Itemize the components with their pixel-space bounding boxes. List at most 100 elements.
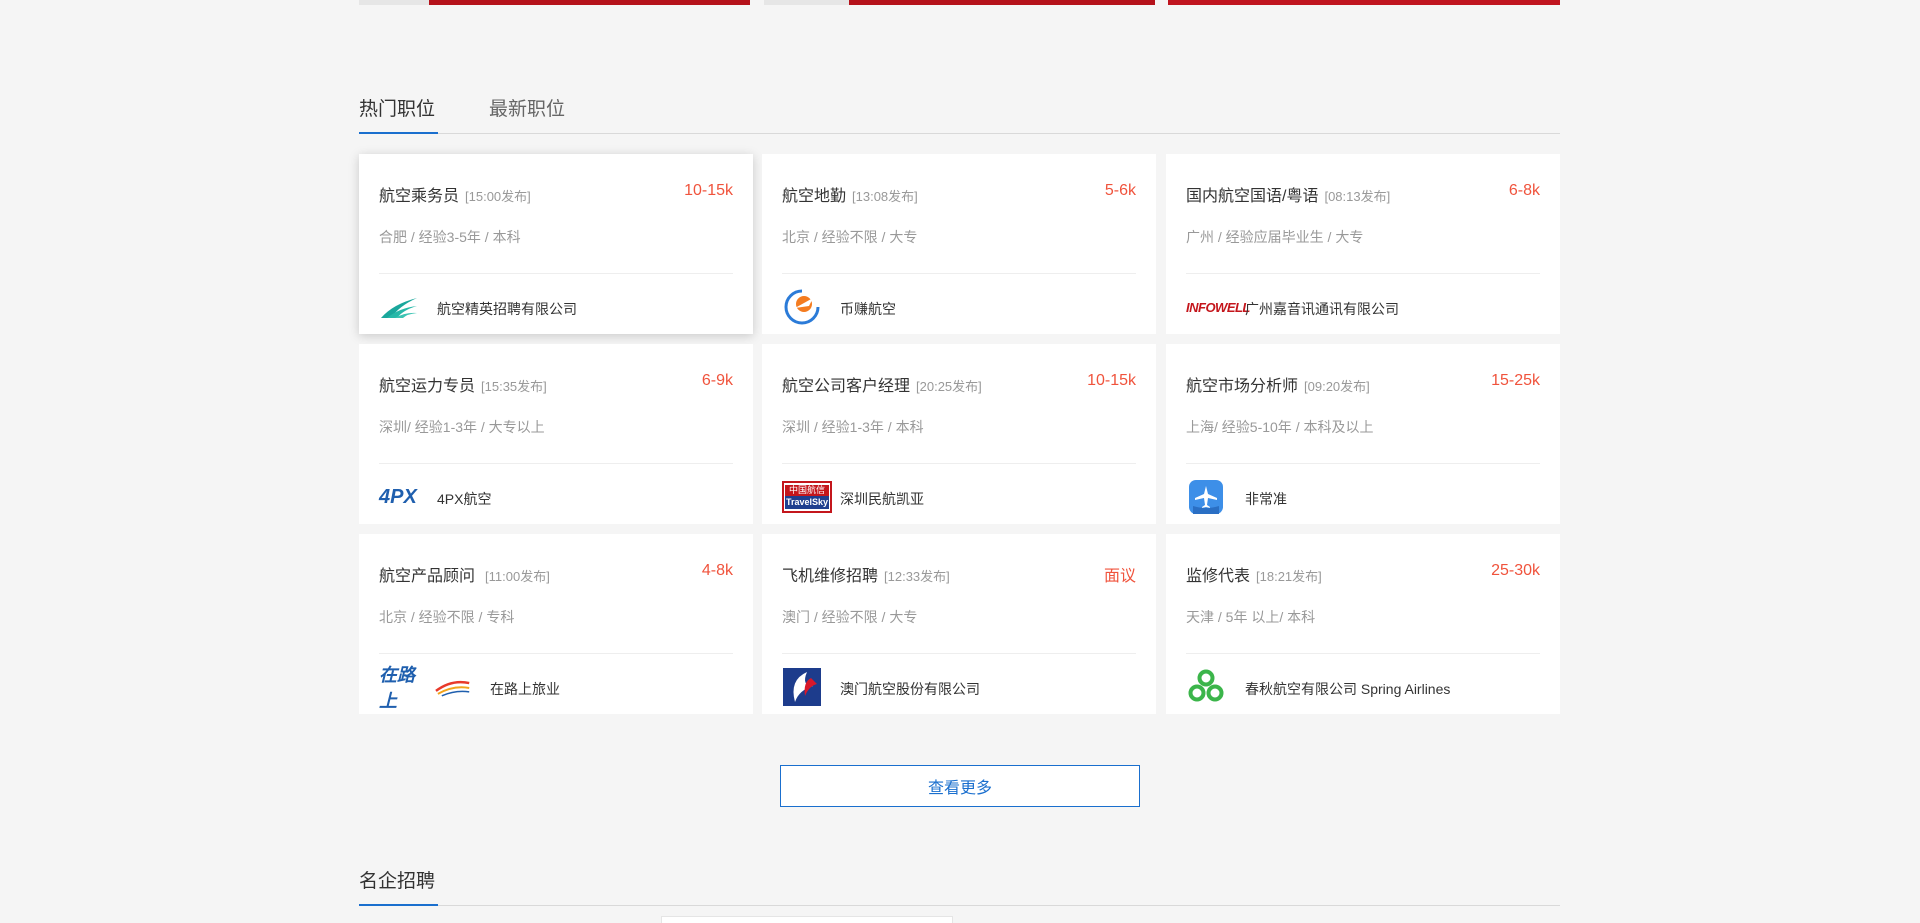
job-salary: 10-15k — [1087, 372, 1136, 389]
job-title-line: 航空产品顾问 [11:00发布] — [379, 562, 550, 586]
job-title-line: 航空乘务员 [15:00发布] — [379, 182, 531, 206]
job-salary: 4-8k — [701, 562, 733, 579]
card-divider — [1186, 653, 1540, 654]
job-title: 国内航空国语/粤语 — [1186, 188, 1319, 205]
job-card[interactable]: 航空乘务员 [15:00发布] 10-15k 合肥 / 经验3-5年 / 本科 航… — [359, 154, 753, 334]
banner-1-edge[interactable] — [359, 0, 429, 5]
job-tabs: 热门职位 最新职位 — [359, 86, 1560, 134]
section-title-underline — [359, 904, 438, 906]
job-title: 航空公司客户经理 — [782, 378, 911, 395]
travelsky-logo-bottom: TravelSky — [785, 496, 829, 509]
job-title: 航空产品顾问 — [379, 568, 476, 585]
banner-strip — [359, 0, 1560, 5]
job-meta: 深圳/ 经验1-3年 / 大专以上 — [379, 419, 545, 435]
job-card[interactable]: 航空运力专员 [15:35发布] 6-9k 深圳/ 经验1-3年 / 大专以上 4… — [359, 344, 753, 524]
job-salary: 10-15k — [684, 182, 733, 199]
banner-1-red[interactable] — [429, 0, 750, 5]
job-title: 航空运力专员 — [379, 378, 476, 395]
job-card[interactable]: 航空地勤 [13:08发布] 5-6k 北京 / 经验不限 / 大专 币赚航空 — [762, 154, 1156, 334]
job-meta: 合肥 / 经验3-5年 / 本科 — [379, 229, 521, 245]
card-divider — [1186, 463, 1540, 464]
card-divider — [782, 273, 1136, 274]
plane-app-logo-icon — [1186, 478, 1226, 516]
active-tab-indicator — [359, 132, 438, 134]
company-card-peek[interactable] — [661, 916, 953, 923]
job-time: [18:21发布] — [1256, 569, 1322, 584]
job-time: [11:00发布] — [485, 569, 550, 584]
air-macau-logo-icon — [782, 668, 822, 706]
job-salary: 面议 — [1103, 568, 1136, 585]
job-salary: 5-6k — [1104, 182, 1136, 199]
job-time: [20:25发布] — [916, 379, 982, 394]
zailushang-logo-icon: 在路上 — [379, 665, 471, 711]
company-name[interactable]: 春秋航空有限公司 Spring Airlines — [1245, 679, 1450, 699]
company-name[interactable]: 广州嘉音讯通讯有限公司 — [1245, 299, 1399, 319]
job-title-line: 航空公司客户经理 [20:25发布] — [782, 372, 982, 396]
tab-latest-jobs[interactable]: 最新职位 — [489, 94, 565, 121]
job-meta: 广州 / 经验应届毕业生 / 大专 — [1186, 229, 1364, 245]
job-title-line: 航空地勤 [13:08发布] — [782, 182, 918, 206]
job-salary: 6-8k — [1508, 182, 1540, 199]
company-name[interactable]: 澳门航空股份有限公司 — [840, 679, 980, 699]
infowell-logo-text: INFOWELL — [1186, 299, 1250, 315]
job-time: [08:13发布] — [1324, 189, 1391, 204]
job-time: [15:35发布] — [481, 379, 547, 394]
job-title-line: 航空运力专员 [15:35发布] — [379, 372, 547, 396]
section-title: 名企招聘 — [359, 871, 436, 892]
card-divider — [379, 653, 733, 654]
wing-logo-icon — [379, 288, 419, 326]
card-divider — [782, 463, 1136, 464]
card-divider — [379, 273, 733, 274]
job-title: 监修代表 — [1186, 568, 1251, 585]
job-meta: 深圳 / 经验1-3年 / 本科 — [782, 419, 924, 435]
job-salary: 6-9k — [701, 372, 733, 389]
zailushang-logo-text: 在路上 — [379, 665, 415, 711]
job-salary: 25-30k — [1491, 562, 1540, 579]
job-time: [15:00发布] — [465, 189, 531, 204]
job-title: 航空乘务员 — [379, 188, 460, 205]
job-meta: 北京 / 经验不限 / 专科 — [379, 609, 515, 625]
banner-2-edge[interactable] — [764, 0, 849, 5]
famous-companies-section: 名企招聘 — [359, 866, 1560, 923]
job-title: 航空市场分析师 — [1186, 378, 1299, 395]
company-name[interactable]: 币赚航空 — [840, 299, 896, 319]
job-meta: 上海/ 经验5-10年 / 本科及以上 — [1186, 419, 1374, 435]
view-more-button[interactable]: 查看更多 — [780, 765, 1140, 807]
tab-hot-jobs[interactable]: 热门职位 — [359, 94, 435, 121]
company-name[interactable]: 航空精英招聘有限公司 — [437, 299, 577, 319]
travelsky-logo-top: 中国航信 — [785, 485, 829, 496]
job-time: [09:20发布] — [1304, 379, 1370, 394]
job-title: 航空地勤 — [782, 188, 847, 205]
job-meta: 澳门 / 经验不限 / 大专 — [782, 609, 918, 625]
job-time: [13:08发布] — [852, 189, 918, 204]
job-title-line: 监修代表 [18:21发布] — [1186, 562, 1322, 586]
company-name[interactable]: 非常准 — [1245, 489, 1287, 509]
company-name[interactable]: 4PX航空 — [437, 489, 491, 509]
job-title-line: 飞机维修招聘 [12:33发布] — [782, 562, 950, 586]
job-meta: 天津 / 5年 以上/ 本科 — [1186, 609, 1316, 625]
job-card[interactable]: 航空公司客户经理 [20:25发布] 10-15k 深圳 / 经验1-3年 / 本… — [762, 344, 1156, 524]
banner-3-red[interactable] — [1168, 0, 1560, 5]
card-divider — [782, 653, 1136, 654]
job-card[interactable]: 监修代表 [18:21发布] 25-30k 天津 / 5年 以上/ 本科 春秋航空… — [1166, 534, 1560, 714]
infowell-logo-icon: INFOWELL — [1186, 288, 1250, 326]
circle-plane-logo-icon — [782, 288, 822, 326]
job-card[interactable]: 国内航空国语/粤语 [08:13发布] 6-8k 广州 / 经验应届毕业生 / 大… — [1166, 154, 1560, 334]
job-salary: 15-25k — [1491, 372, 1540, 389]
hot-jobs-section: 热门职位 最新职位 航空乘务员 [15:00发布] 10-15k 合肥 / 经验3… — [359, 86, 1560, 714]
job-card[interactable]: 航空产品顾问 [11:00发布] 4-8k 北京 / 经验不限 / 专科 在路上 … — [359, 534, 753, 714]
card-divider — [1186, 273, 1540, 274]
job-time: [12:33发布] — [884, 569, 950, 584]
job-title-line: 航空市场分析师 [09:20发布] — [1186, 372, 1370, 396]
banner-2-red[interactable] — [849, 0, 1155, 5]
4px-logo-icon: 4PX — [379, 478, 435, 516]
job-card[interactable]: 飞机维修招聘 [12:33发布] 面议 澳门 / 经验不限 / 大专 澳门航空股份… — [762, 534, 1156, 714]
job-meta: 北京 / 经验不限 / 大专 — [782, 229, 918, 245]
4px-logo-text: 4PX — [379, 485, 417, 508]
job-card[interactable]: 航空市场分析师 [09:20发布] 15-25k 上海/ 经验5-10年 / 本科… — [1166, 344, 1560, 524]
company-name[interactable]: 在路上旅业 — [490, 679, 560, 699]
job-title-line: 国内航空国语/粤语 [08:13发布] — [1186, 182, 1390, 206]
job-title: 飞机维修招聘 — [782, 568, 879, 585]
card-divider — [379, 463, 733, 464]
company-name[interactable]: 深圳民航凯亚 — [840, 489, 924, 509]
